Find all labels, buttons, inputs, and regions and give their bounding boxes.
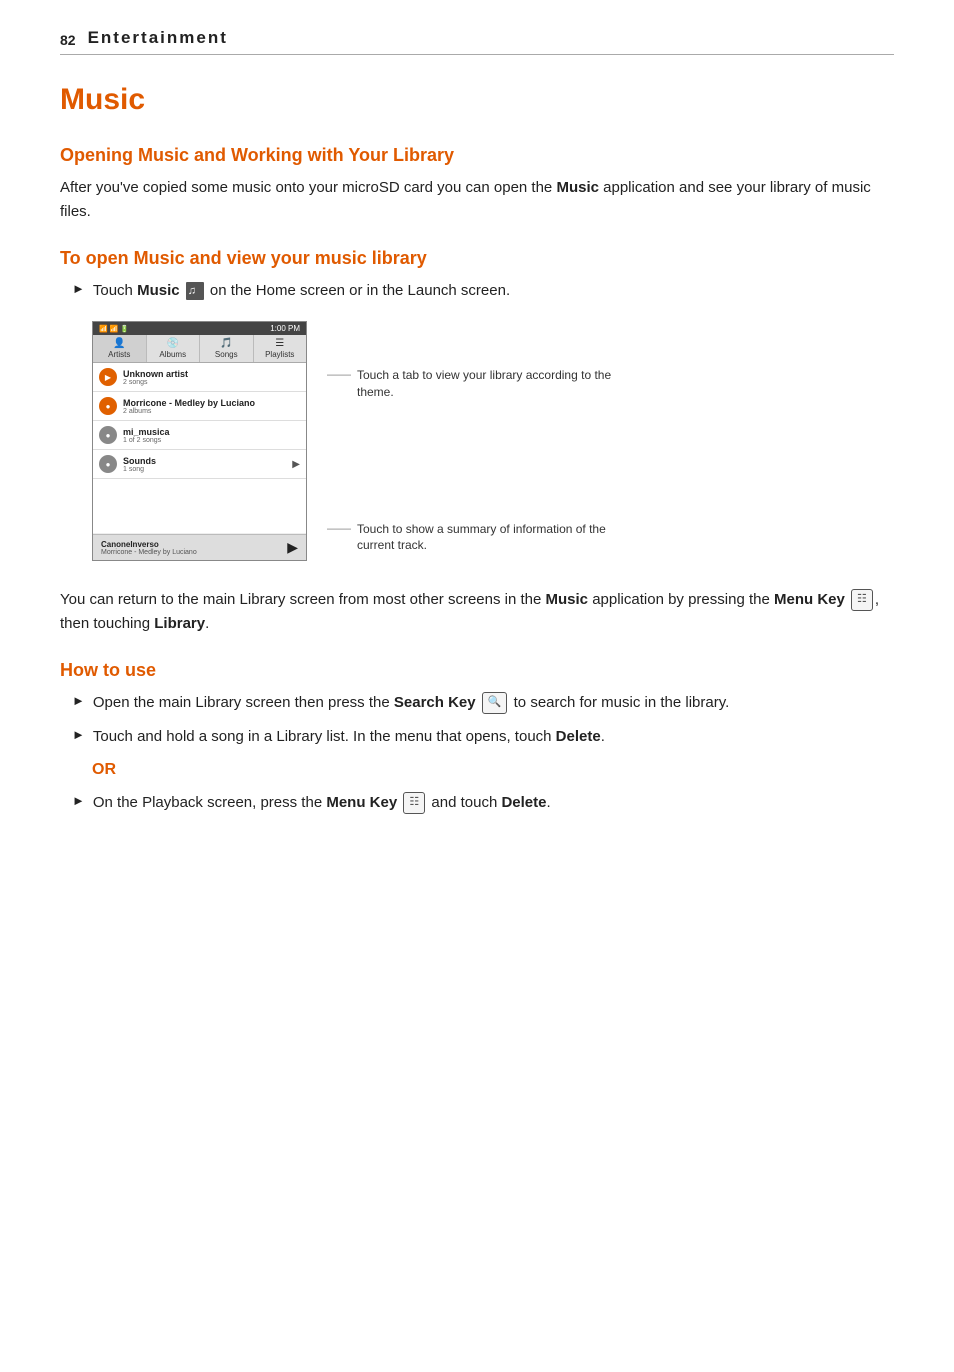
- phone-screenshot-container: 📶 📶 🔋 1:00 PM 👤 Artists 💿 Albums 🎵: [92, 321, 894, 572]
- page-header: 82 Entertainment: [60, 28, 894, 55]
- tab-songs-label: Songs: [215, 350, 238, 359]
- list-main-3: Sounds: [123, 456, 156, 466]
- touch-music-bullet: ► Touch Music on the Home screen or in t…: [60, 279, 894, 303]
- annotation-top-text: Touch a tab to view your library accordi…: [357, 367, 617, 401]
- annotation-bottom-text: Touch to show a summary of information o…: [357, 521, 617, 555]
- annotation-dash-top: ——: [327, 367, 351, 381]
- how-to-use-bullet-3: ► On the Playback screen, press the Menu…: [60, 791, 894, 815]
- songs-icon: 🎵: [202, 338, 251, 349]
- how-to-use-bullet-2: ► Touch and hold a song in a Library lis…: [60, 725, 894, 749]
- list-item-2: ● mi_musica 1 of 2 songs: [93, 421, 306, 450]
- menu-key-icon-2: ☷: [403, 792, 425, 814]
- tab-albums-label: Albums: [159, 350, 186, 359]
- list-icon-3: ●: [99, 455, 117, 473]
- list-item-3: ● Sounds 1 song ▶: [93, 450, 306, 479]
- opening-body: After you've copied some music onto your…: [60, 176, 894, 224]
- artists-icon: 👤: [95, 338, 144, 349]
- bullet-arrow-4: ►: [72, 793, 85, 808]
- list-main-0: Unknown artist: [123, 369, 188, 379]
- playlists-icon: ☰: [256, 338, 305, 349]
- phone-empty-area: [93, 479, 306, 534]
- page: 82 Entertainment Music Opening Music and…: [0, 0, 954, 885]
- tab-albums[interactable]: 💿 Albums: [147, 335, 201, 362]
- bullet-arrow-3: ►: [72, 727, 85, 742]
- how-to-use-heading: How to use: [60, 660, 894, 681]
- bullet-arrow-2: ►: [72, 693, 85, 708]
- list-sub-2: 1 of 2 songs: [123, 437, 170, 444]
- page-number: 82: [60, 32, 76, 48]
- list-item-0: ▶ Unknown artist 2 songs: [93, 363, 306, 392]
- annotation-bottom: —— Touch to show a summary of informatio…: [327, 521, 617, 555]
- bottom-track-info: CanoneInverso Morricone - Medley by Luci…: [101, 540, 197, 556]
- bottom-track-sub: Morricone - Medley by Luciano: [101, 549, 197, 556]
- status-time: 1:00 PM: [270, 324, 300, 333]
- or-divider: OR: [92, 761, 894, 779]
- tab-songs[interactable]: 🎵 Songs: [200, 335, 254, 362]
- list-icon-0: ▶: [99, 368, 117, 386]
- list-text-3: Sounds 1 song: [123, 456, 156, 473]
- annotation-top: —— Touch a tab to view your library acco…: [327, 367, 617, 401]
- bullet-arrow-1: ►: [72, 281, 85, 296]
- tab-playlists[interactable]: ☰ Playlists: [254, 335, 307, 362]
- opening-heading: Opening Music and Working with Your Libr…: [60, 145, 894, 166]
- opening-section: Opening Music and Working with Your Libr…: [60, 145, 894, 224]
- music-app-icon: [186, 282, 204, 300]
- touch-music-text: Touch Music on the Home screen or in the…: [93, 279, 510, 303]
- bottom-track-main: CanoneInverso: [101, 540, 197, 549]
- how-to-use-text-3: On the Playback screen, press the Menu K…: [93, 791, 551, 815]
- list-sub-3: 1 song: [123, 466, 156, 473]
- list-icon-2: ●: [99, 426, 117, 444]
- how-to-use-text-2: Touch and hold a song in a Library list.…: [93, 725, 605, 749]
- albums-icon: 💿: [149, 338, 198, 349]
- chapter-title: Entertainment: [88, 28, 228, 48]
- list-sub-0: 2 songs: [123, 379, 188, 386]
- search-key-icon: 🔍: [482, 692, 508, 714]
- annotations: —— Touch a tab to view your library acco…: [327, 321, 617, 572]
- phone-bottom-bar: CanoneInverso Morricone - Medley by Luci…: [93, 534, 306, 560]
- list-text-1: Morricone - Medley by Luciano 2 albums: [123, 398, 255, 415]
- list-main-2: mi_musica: [123, 427, 170, 437]
- how-to-use-bullet-1: ► Open the main Library screen then pres…: [60, 691, 894, 715]
- return-text: You can return to the main Library scree…: [60, 588, 894, 636]
- tab-playlists-label: Playlists: [265, 350, 294, 359]
- bottom-play-button[interactable]: ▶: [287, 539, 298, 556]
- phone-screen: 📶 📶 🔋 1:00 PM 👤 Artists 💿 Albums 🎵: [92, 321, 307, 561]
- list-main-1: Morricone - Medley by Luciano: [123, 398, 255, 408]
- section-title: Music: [60, 83, 894, 117]
- to-open-heading: To open Music and view your music librar…: [60, 248, 894, 269]
- status-icons: 📶 📶 🔋: [99, 325, 129, 333]
- list-sub-1: 2 albums: [123, 408, 255, 415]
- list-text-0: Unknown artist 2 songs: [123, 369, 188, 386]
- phone-status-bar: 📶 📶 🔋 1:00 PM: [93, 322, 306, 335]
- how-to-use-text-1: Open the main Library screen then press …: [93, 691, 729, 715]
- list-text-2: mi_musica 1 of 2 songs: [123, 427, 170, 444]
- list-play-3: ▶: [292, 459, 300, 470]
- list-icon-1: ●: [99, 397, 117, 415]
- tab-artists-label: Artists: [108, 350, 130, 359]
- list-item-1: ● Morricone - Medley by Luciano 2 albums: [93, 392, 306, 421]
- annotation-dash-bottom: ——: [327, 521, 351, 535]
- how-to-use-section: How to use ► Open the main Library scree…: [60, 660, 894, 815]
- menu-key-icon-1: ☷: [851, 589, 873, 611]
- phone-tabs: 👤 Artists 💿 Albums 🎵 Songs ☰ Playlists: [93, 335, 306, 363]
- to-open-section: To open Music and view your music librar…: [60, 248, 894, 636]
- tab-artists[interactable]: 👤 Artists: [93, 335, 147, 362]
